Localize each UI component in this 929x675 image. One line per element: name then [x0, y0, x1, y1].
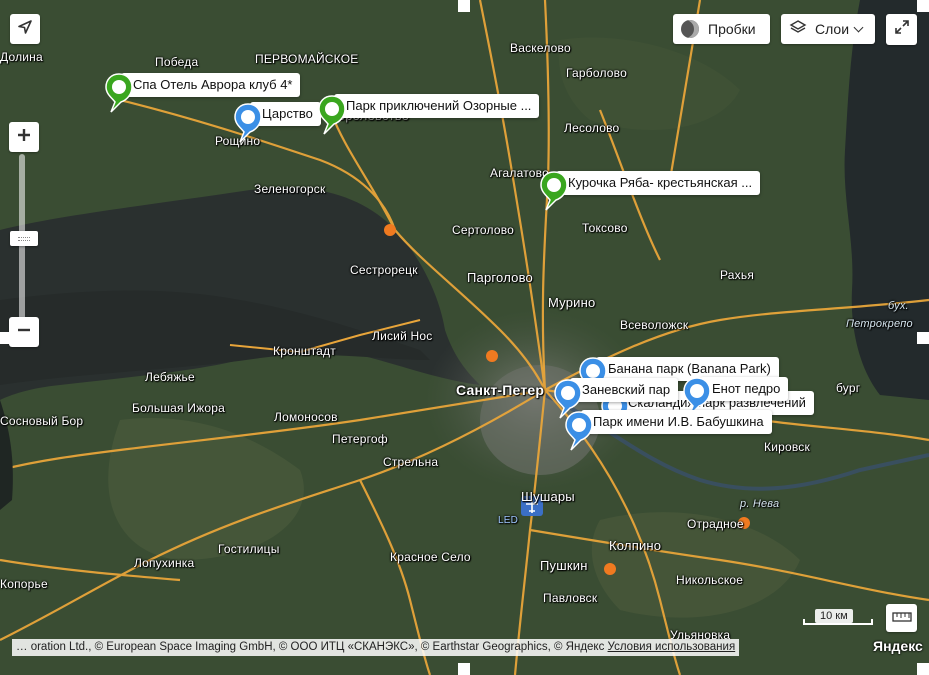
place-label-otradnoe: Отрадное — [687, 517, 744, 531]
terms-link[interactable]: Условия использования — [608, 641, 736, 653]
resize-handle[interactable] — [917, 0, 929, 12]
zoom-in-button[interactable] — [9, 122, 39, 152]
place-label-kronshtadt: Кронштадт — [273, 344, 336, 358]
place-label-gostilitsy: Гостилицы — [218, 542, 280, 556]
marker-label-kurochka-ryaba[interactable]: Курочка Ряба- крестьянская ... — [556, 171, 761, 195]
resize-handle[interactable] — [917, 332, 929, 344]
place-label-vaskelovo: Васкелово — [510, 41, 571, 55]
map-pin-icon-park-babushkina[interactable] — [564, 410, 594, 451]
resize-handle[interactable] — [917, 663, 929, 675]
place-label-lomonosov: Ломоносов — [274, 410, 338, 424]
place-label-sosnovy-bor: Сосновый Бор — [0, 414, 84, 428]
resize-handle[interactable] — [458, 663, 470, 675]
place-label-zelenogorsk: Зеленогорск — [254, 182, 326, 196]
place-label-krasnoe-selo: Красное Село — [390, 550, 471, 564]
marker-label-enot-pedro[interactable]: Енот педро — [700, 377, 789, 401]
map-pin-icon-spa-aurora[interactable] — [104, 72, 134, 113]
layers-button[interactable]: Слои — [781, 14, 875, 44]
place-label-lisiy-nos: Лисий Нос — [372, 329, 433, 343]
geolocation-button[interactable] — [10, 14, 40, 44]
minus-icon — [17, 323, 31, 342]
traffic-label: Пробки — [708, 21, 756, 37]
place-label-petergof: Петергоф — [332, 432, 388, 446]
place-label-pavlovsk: Павловск — [543, 591, 598, 605]
place-label-vsevolozhsk: Всеволожск — [620, 318, 689, 332]
place-label-spb: Санкт-Петер — [456, 382, 545, 398]
map-scale: 10 км — [803, 608, 873, 628]
place-label-r-neva: р. Нева — [740, 498, 780, 510]
ruler-icon — [891, 609, 912, 627]
traffic-light-icon — [681, 20, 699, 38]
place-label-pobeda: Победа — [155, 55, 199, 69]
place-label-lebyazhe: Лебяжье — [145, 370, 195, 384]
place-label-bukh: бух. — [888, 300, 909, 312]
zoom-slider-handle[interactable] — [10, 231, 38, 246]
zoom-out-button[interactable] — [9, 317, 39, 347]
place-label-lesolovo: Лесолово — [564, 121, 620, 135]
resize-handle[interactable] — [458, 0, 470, 12]
scale-label: 10 км — [815, 609, 853, 623]
place-label-shushary: Шушары — [521, 489, 575, 504]
layers-icon — [789, 19, 807, 40]
marker-label-zanevsky-park[interactable]: Заневский пар — [570, 378, 679, 402]
place-label-garbolovo: Гарболово — [566, 66, 627, 80]
copyright-text: … oration Ltd., © European Space Imaging… — [16, 641, 605, 653]
place-label-led: LED — [498, 515, 519, 526]
place-label-murino: Мурино — [548, 295, 596, 310]
expand-icon — [894, 19, 910, 40]
place-label-koporye: Копорье — [0, 577, 48, 591]
location-arrow-icon — [17, 19, 33, 40]
resize-handle[interactable] — [0, 332, 12, 344]
place-label-pushkin: Пушкин — [540, 558, 588, 573]
place-label-sertolovo: Сертолово — [452, 223, 515, 237]
place-label-sestroretsk: Сестрорецк — [350, 263, 418, 277]
yandex-logo: Яндекс — [873, 638, 923, 654]
place-label-petrokrepost: Петрокрепо — [846, 318, 913, 330]
place-label-pargolovo: Парголово — [467, 270, 533, 285]
place-label-toksovo: Токсово — [582, 221, 628, 235]
copyright-bar: … oration Ltd., © European Space Imaging… — [12, 639, 740, 656]
place-label-nikolskoe: Никольское — [676, 573, 744, 587]
place-label-kolpino: Колпино — [609, 538, 662, 553]
map-pin-icon-kurochka-ryaba[interactable] — [539, 170, 569, 211]
chevron-down-icon — [853, 22, 864, 32]
place-label-strelna: Стрельна — [383, 455, 439, 469]
map-pin-icon-park-ozornye[interactable] — [317, 94, 347, 135]
marker-label-spa-aurora[interactable]: Спа Отель Аврора клуб 4* — [121, 73, 301, 97]
place-label-burg: бург — [836, 381, 861, 395]
place-label-kirovsk: Кировск — [764, 440, 810, 454]
place-label-dolina: Долина — [0, 50, 43, 64]
traffic-button[interactable]: Пробки — [673, 14, 770, 44]
marker-label-park-babushkina[interactable]: Парк имени И.В. Бабушкина — [581, 410, 772, 434]
place-label-lopukhinka: Лопухинка — [134, 556, 195, 570]
ruler-button[interactable] — [886, 604, 917, 632]
place-label-pervomayskoe: ПЕРВОМАЙСКОЕ — [255, 52, 359, 66]
marker-label-park-ozornye[interactable]: Парк приключений Озорные ... — [334, 94, 540, 118]
map-pin-icon-tsarstvo[interactable] — [233, 102, 263, 143]
grip-icon — [18, 236, 30, 241]
map-viewport[interactable]: Долина Победа ПЕРВОМАЙСКОЕ Васкелово Гарболо… — [0, 0, 929, 675]
layers-label: Слои — [815, 21, 850, 37]
plus-icon — [17, 128, 31, 147]
place-label-rakhya: Рахья — [720, 268, 755, 282]
fullscreen-button[interactable] — [886, 14, 917, 45]
place-label-bolshaya-izhora: Большая Ижора — [132, 401, 225, 415]
